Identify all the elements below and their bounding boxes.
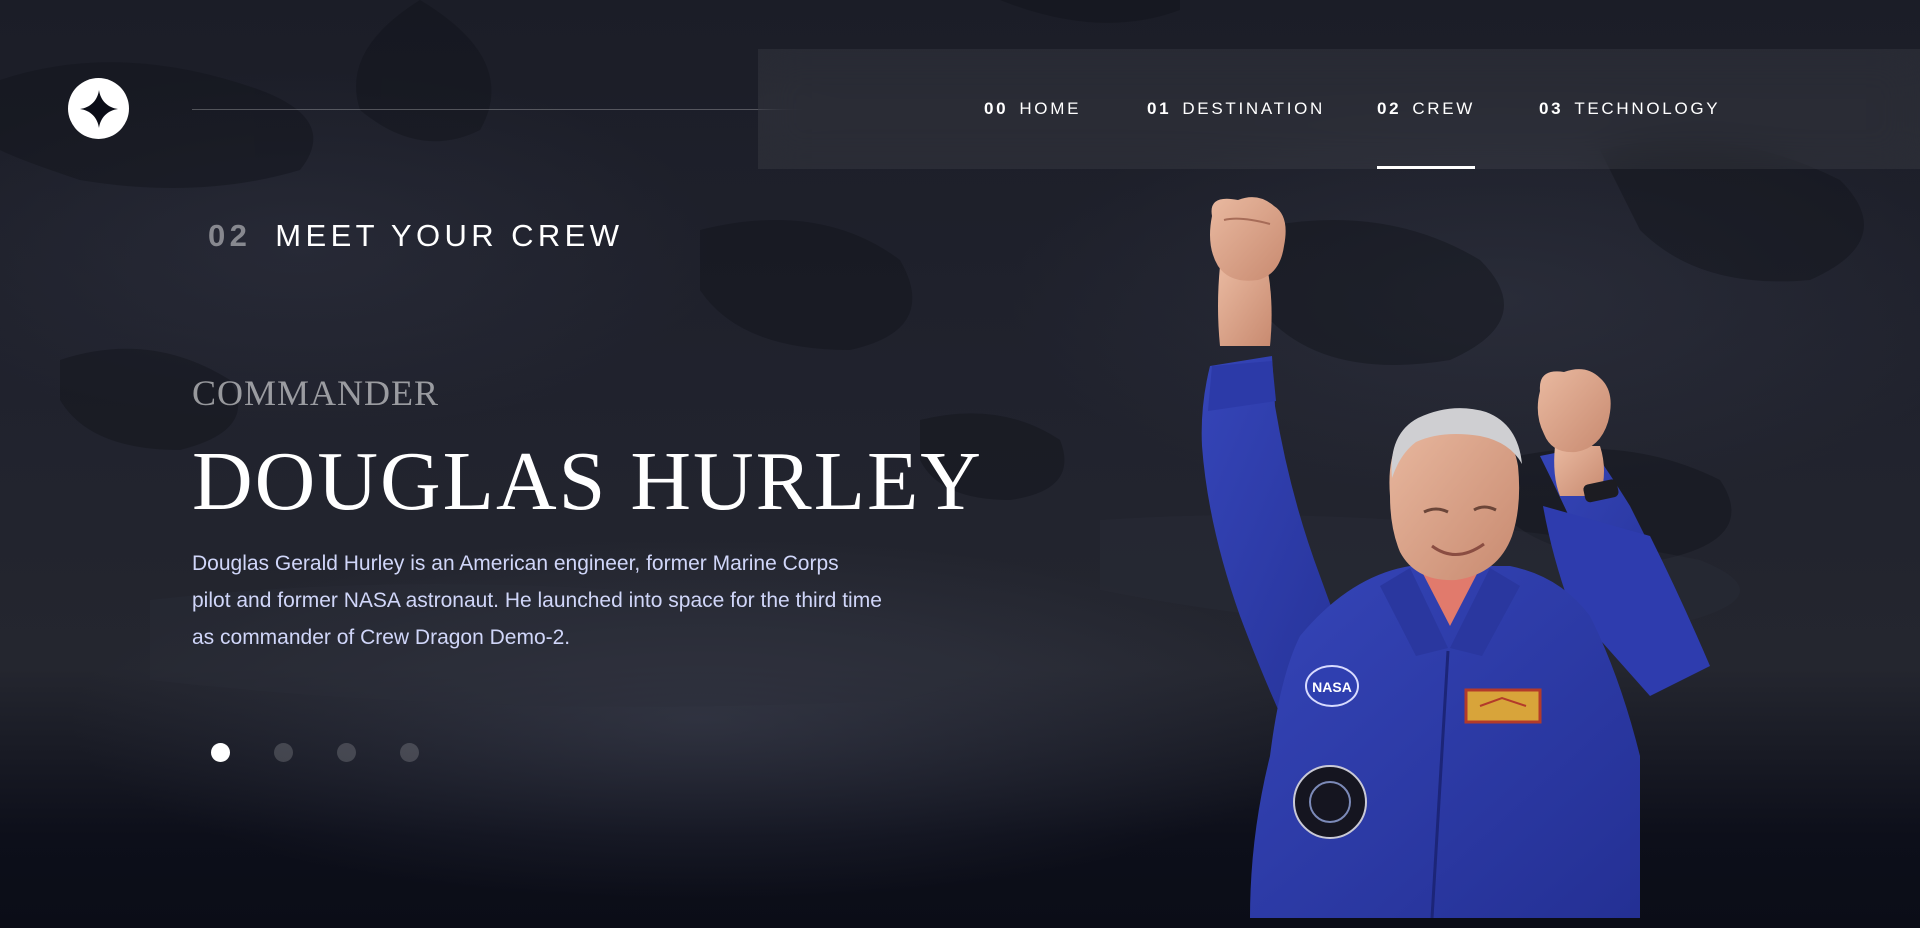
crew-bio: Douglas Gerald Hurley is an American eng… [192, 552, 882, 649]
header-divider [192, 109, 806, 110]
nav-item-number: 00 [984, 99, 1009, 118]
pagination-dot-4[interactable] [400, 743, 419, 762]
crew-role: COMMANDER [192, 373, 440, 413]
nav-item-label: HOME [1019, 99, 1082, 118]
logo[interactable] [68, 78, 129, 139]
crew-pagination [211, 743, 419, 762]
nav-item-label: DESTINATION [1182, 99, 1326, 118]
nav-item-home[interactable]: 00 HOME [984, 49, 1081, 169]
nav-item-number: 02 [1377, 99, 1402, 118]
pagination-dot-2[interactable] [274, 743, 293, 762]
nav-item-label: TECHNOLOGY [1574, 99, 1721, 118]
nav-item-label: CREW [1412, 99, 1476, 118]
page-title-label: MEET YOUR CREW [275, 218, 624, 253]
nav-item-number: 03 [1539, 99, 1564, 118]
crew-page: 00 HOME 01 DESTINATION 02 CREW 03 TECHNO… [0, 0, 1920, 928]
crew-name: DOUGLAS HURLEY [192, 435, 983, 528]
pagination-dot-1[interactable] [211, 743, 230, 762]
pagination-dot-3[interactable] [337, 743, 356, 762]
nav-item-technology[interactable]: 03 TECHNOLOGY [1539, 49, 1720, 169]
star-icon [79, 89, 118, 128]
astronaut-photo: NASA [1201, 197, 1710, 918]
page-title-number: 02 [208, 218, 252, 253]
nav-item-number: 01 [1147, 99, 1172, 118]
nasa-patch-text: NASA [1312, 679, 1352, 695]
page-title: 02 MEET YOUR CREW [208, 214, 623, 258]
main-nav: 00 HOME 01 DESTINATION 02 CREW 03 TECHNO… [758, 49, 1920, 169]
nav-item-destination[interactable]: 01 DESTINATION [1147, 49, 1325, 169]
nav-item-crew[interactable]: 02 CREW [1377, 49, 1476, 169]
